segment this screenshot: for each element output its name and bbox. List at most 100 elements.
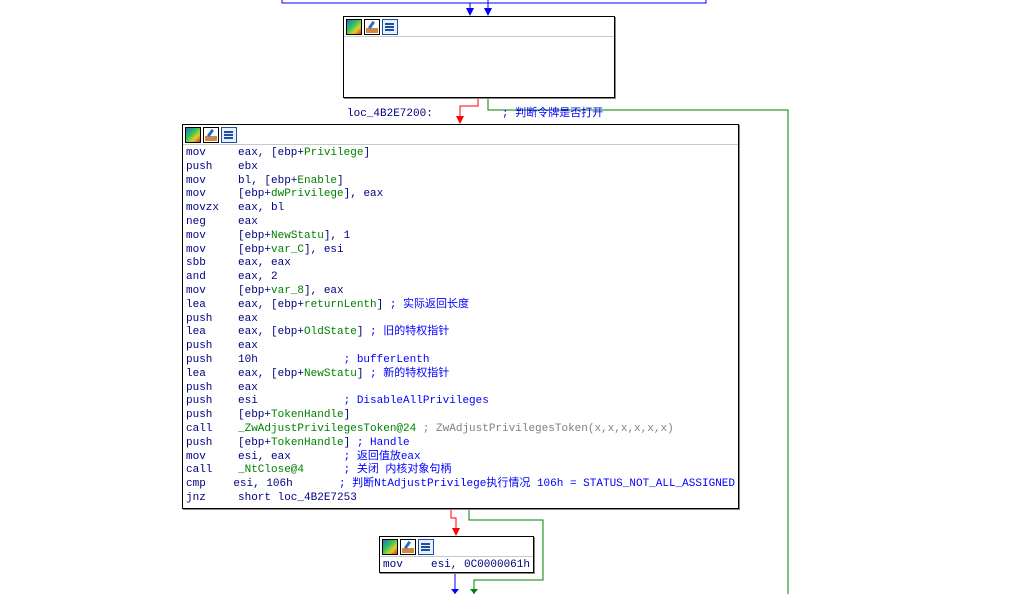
mnemonic: and <box>186 271 206 284</box>
operand-symbol[interactable]: var_C <box>271 244 304 258</box>
operand: [ebp+ <box>238 409 272 422</box>
code-label[interactable]: loc_4B2E7200: <box>347 108 502 122</box>
instruction-list: mov esi, 0C0000061h <box>380 557 533 575</box>
instruction-line[interactable]: push esi ; DisableAllPrivileges <box>186 395 735 409</box>
mnemonic: lea <box>186 367 206 380</box>
mnemonic: movzx <box>186 202 220 215</box>
operand: ] <box>356 367 371 380</box>
instruction-line[interactable]: mov eax, [ebp+ Privilege] <box>186 147 735 161</box>
instruction-line[interactable]: call _ZwAdjustPrivilegesToken@24 ; ZwAdju… <box>186 423 735 437</box>
operand: [ebp+ <box>238 436 272 449</box>
mnemonic: mov <box>186 174 206 187</box>
operand: ] <box>356 326 371 339</box>
instruction-line[interactable]: push [ebp+ TokenHandle] ; Handle <box>186 437 735 451</box>
operand: eax, eax <box>238 257 291 270</box>
graph-color-icon[interactable] <box>346 19 362 35</box>
mnemonic: neg <box>186 215 206 228</box>
mnemonic: sbb <box>186 257 206 270</box>
instruction-line[interactable]: lea eax, [ebp+ returnLenth] ; 实际返回长度 <box>186 299 735 313</box>
instruction-line[interactable]: lea eax, [ebp+ NewStatu] ; 新的特权指针 <box>186 368 735 382</box>
operand-symbol[interactable]: _NtClose@4 <box>238 464 304 478</box>
edit-node-icon[interactable] <box>364 19 380 35</box>
operand-symbol[interactable]: Enable <box>297 175 337 189</box>
operand: eax, bl <box>238 202 285 215</box>
comment: ; Handle <box>356 436 410 449</box>
instruction-line[interactable]: mov [ebp+ var_8], eax <box>186 285 735 299</box>
instruction-line[interactable]: jnz short loc_4B2E7253 <box>186 492 735 506</box>
instruction-line[interactable]: push [ebp+ TokenHandle] <box>186 409 735 423</box>
instruction-line[interactable]: sbb eax, eax <box>186 257 735 271</box>
operand-symbol[interactable]: returnLenth <box>304 299 377 313</box>
instruction-line[interactable]: push eax <box>186 382 735 396</box>
operand: ] <box>343 436 357 449</box>
operand: [ebp+ <box>238 243 272 256</box>
mnemonic: call <box>186 422 213 435</box>
operand: 10h <box>238 353 344 366</box>
instruction-line[interactable]: lea eax, [ebp+ OldState] ; 旧的特权指针 <box>186 326 735 340</box>
mnemonic: mov <box>186 229 206 242</box>
edit-node-icon[interactable] <box>203 127 219 143</box>
operand: ], 1 <box>323 229 351 242</box>
instruction-line[interactable]: push eax <box>186 340 735 354</box>
operand: ebx <box>238 160 258 173</box>
instruction-line[interactable]: mov bl, [ebp+ Enable] <box>186 175 735 189</box>
instruction-line[interactable]: neg eax <box>186 216 735 230</box>
mnemonic: push <box>186 340 213 353</box>
instruction-line[interactable]: mov [ebp+ NewStatu], 1 <box>186 230 735 244</box>
instruction-line[interactable]: cmp esi, 106h ; 判断NtAdjustPrivilege执行情况 1… <box>186 478 735 492</box>
operand-symbol[interactable]: TokenHandle <box>271 437 344 451</box>
operand-symbol[interactable]: NewStatu <box>304 368 357 382</box>
operand: ], esi <box>304 243 344 256</box>
instruction-line[interactable]: mov [ebp+ dwPrivilege], eax <box>186 188 735 202</box>
operand: ], eax <box>304 284 344 297</box>
comment: ; 旧的特权指针 <box>370 326 450 339</box>
instruction-line[interactable]: mov esi, 0C0000061h <box>383 559 530 573</box>
list-view-icon[interactable] <box>418 539 434 555</box>
mnemonic: push <box>186 409 213 422</box>
instruction-line[interactable]: push eax <box>186 313 735 327</box>
operand-symbol[interactable]: OldState <box>304 326 357 340</box>
comment: ; 判断NtAdjustPrivilege执行情况 106h = STATUS_… <box>338 478 735 491</box>
node-header <box>183 125 738 145</box>
graph-color-icon[interactable] <box>382 539 398 555</box>
operand: ] <box>376 298 390 311</box>
node-header <box>380 537 533 557</box>
operand: [ebp+ <box>238 229 272 242</box>
arrowhead-incoming-1 <box>466 8 474 16</box>
operand: esi, 0C0000061h <box>430 559 530 571</box>
list-view-icon[interactable] <box>382 19 398 35</box>
operand: ] <box>337 174 344 187</box>
mnemonic: cmp <box>186 478 206 491</box>
instruction-line[interactable]: call _NtClose@4 ; 关闭 内核对象句柄 <box>186 464 735 478</box>
mnemonic: mov <box>186 147 206 159</box>
operand <box>416 423 423 437</box>
instruction-line[interactable]: mov [ebp+ var_C], esi <box>186 244 735 258</box>
instruction-line[interactable]: push ebx <box>186 161 735 175</box>
instruction-line[interactable]: movzx eax, bl <box>186 202 735 216</box>
mnemonic: push <box>186 312 213 325</box>
operand-symbol[interactable]: NewStatu <box>271 230 324 244</box>
operand <box>304 464 344 478</box>
comment: ; DisableAllPrivileges <box>343 395 489 408</box>
operand-symbol[interactable]: Privilege <box>304 147 363 161</box>
code-block-top[interactable]: loc_4B2E7200:; 判断令牌是否打开 testeax, eaxjssh… <box>343 16 615 175</box>
list-view-icon[interactable] <box>221 127 237 143</box>
operand: short loc_4B2E7253 <box>238 491 357 504</box>
mnemonic: lea <box>186 298 206 311</box>
operand: eax, 2 <box>238 271 278 284</box>
operand: esi, eax <box>238 450 344 463</box>
instruction-line[interactable]: mov esi, eax ; 返回值放eax <box>186 451 735 465</box>
operand-symbol[interactable]: dwPrivilege <box>271 188 344 202</box>
instruction-line[interactable]: and eax, 2 <box>186 271 735 285</box>
node-header <box>344 17 614 37</box>
operand-symbol[interactable]: TokenHandle <box>271 409 344 423</box>
operand-symbol[interactable]: _ZwAdjustPrivilegesToken@24 <box>238 423 416 437</box>
code-block-main[interactable]: mov eax, [ebp+ Privilege] push ebx mov bl, [eb… <box>182 124 739 509</box>
edit-node-icon[interactable] <box>400 539 416 555</box>
arrowhead-true-main-jnz <box>470 589 478 594</box>
operand-symbol[interactable]: var_8 <box>271 285 304 299</box>
graph-color-icon[interactable] <box>185 127 201 143</box>
instruction-line[interactable]: push 10h ; bufferLenth <box>186 354 735 368</box>
operand: eax, [ebp+ <box>238 367 305 380</box>
code-block-bottom[interactable]: mov esi, 0C0000061h <box>379 536 534 573</box>
